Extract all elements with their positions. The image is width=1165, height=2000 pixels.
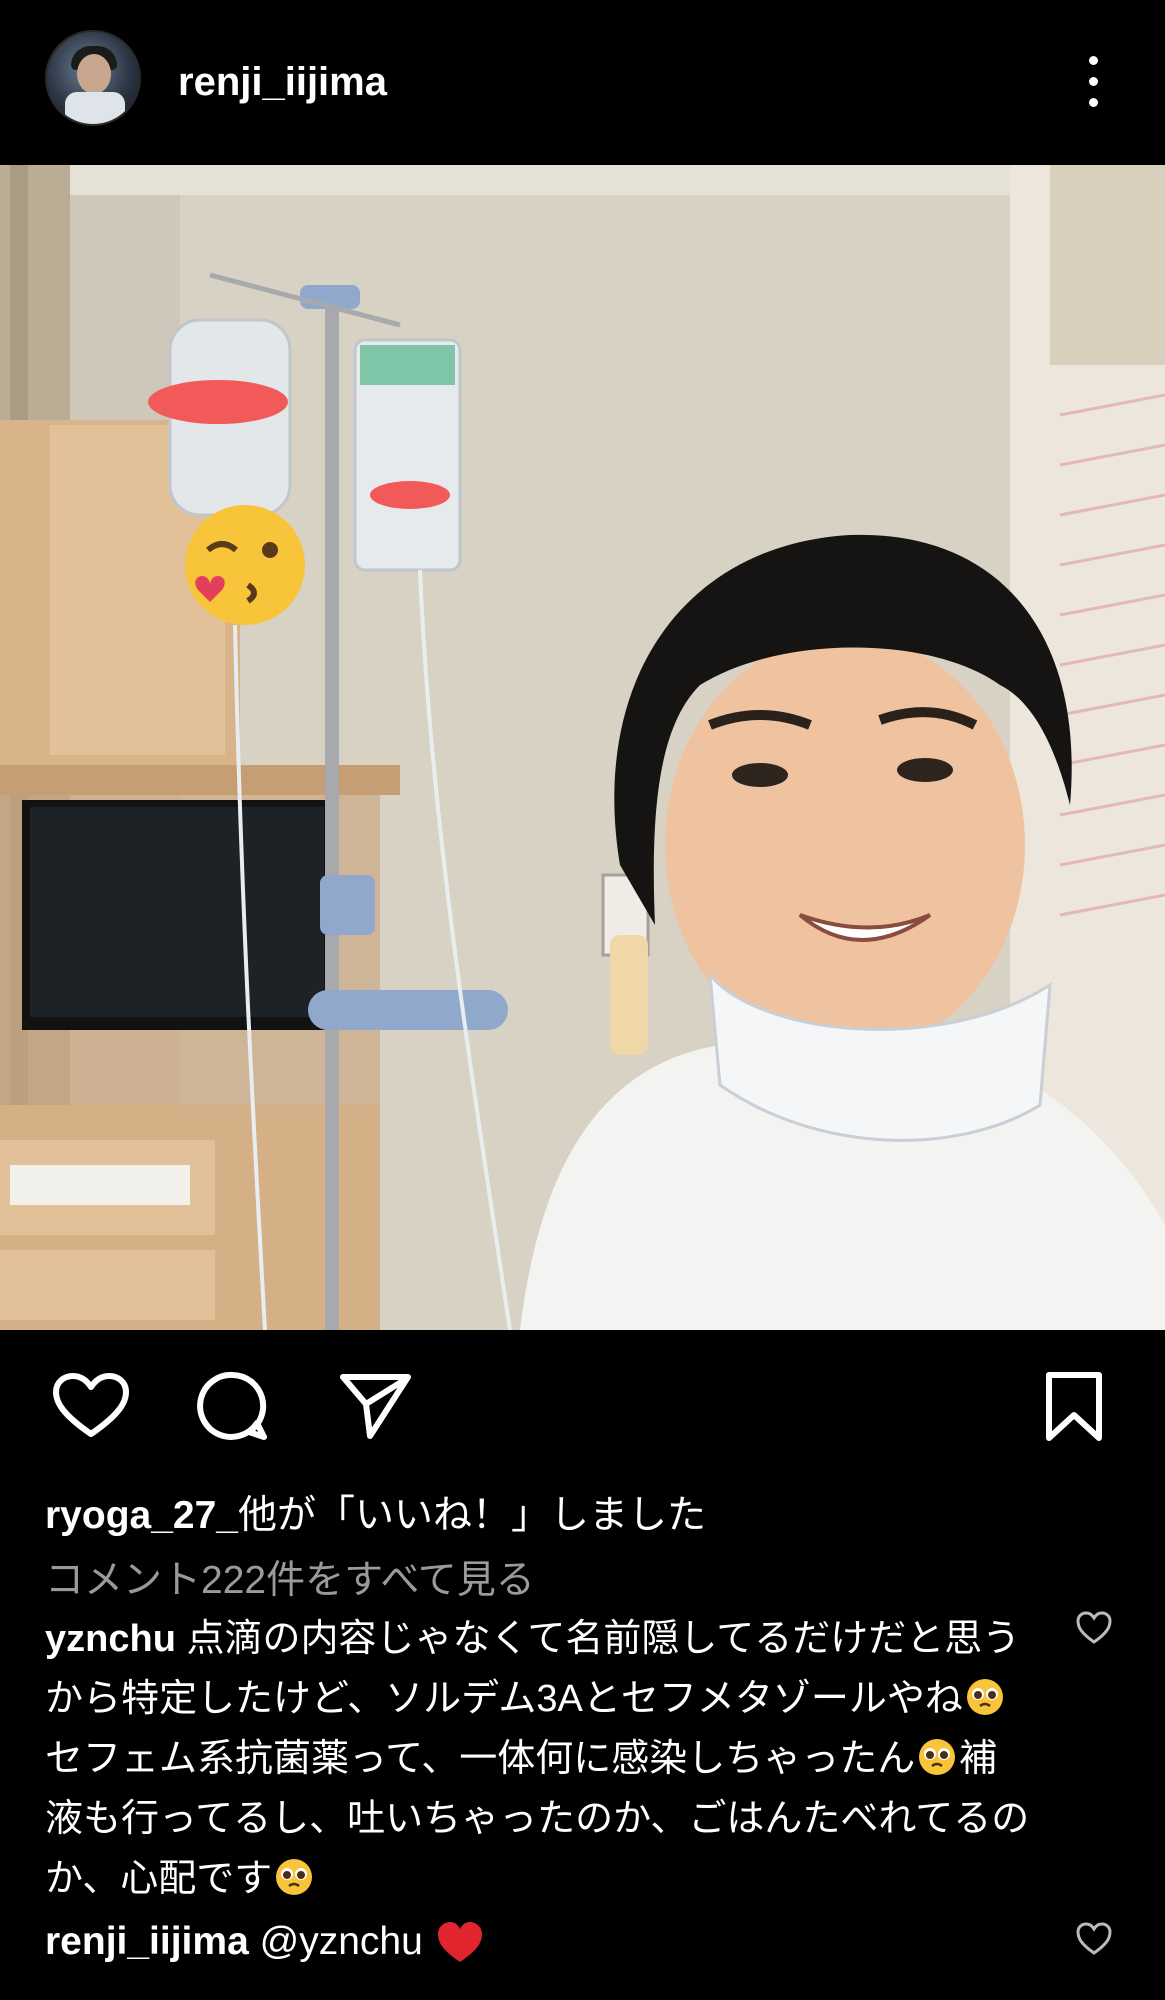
red-heart-emoji — [437, 1922, 482, 1962]
reply-item: renji_iijima @yznchu — [45, 1920, 486, 1964]
comment-username[interactable]: yznchu — [45, 1618, 176, 1660]
post-username[interactable]: renji_iijima — [178, 62, 387, 102]
more-options-icon[interactable] — [1078, 52, 1108, 112]
comment-like-heart-icon[interactable] — [1075, 1610, 1113, 1646]
comment-item: yznchu 点滴の内容じゃなくて名前隠してるだけだと思うから特定したけど、ソル… — [45, 1609, 1030, 1909]
reply-username[interactable]: renji_iijima — [45, 1920, 249, 1963]
likes-user[interactable]: ryoga_27_ — [45, 1494, 238, 1537]
bookmark-icon[interactable] — [1043, 1370, 1105, 1444]
comment-text-2: セフェム系抗菌薬って、一体何に感染しちゃったん — [45, 1738, 916, 1780]
comment-text-1: 点滴の内容じゃなくて名前隠してるだけだと思うから特定したけど、ソルデム3Aとセフ… — [45, 1618, 1021, 1720]
pleading-face-emoji — [966, 1679, 1003, 1715]
share-icon[interactable] — [338, 1370, 414, 1442]
reply-like-heart-icon[interactable] — [1075, 1921, 1113, 1957]
view-all-comments-link[interactable]: コメント222件をすべて見る — [45, 1549, 535, 1605]
post-photo[interactable] — [0, 165, 1165, 1330]
reply-mention[interactable]: @yznchu — [260, 1920, 423, 1963]
avatar[interactable] — [45, 30, 141, 126]
post-header: renji_iijima — [0, 0, 1165, 165]
photo-illustration — [0, 165, 1165, 1330]
likes-text: 他が「いいね！」しました — [237, 1494, 706, 1537]
comment-icon[interactable] — [197, 1370, 269, 1442]
action-bar — [0, 1330, 1165, 1480]
heart-icon[interactable] — [52, 1372, 130, 1440]
pleading-face-emoji — [919, 1739, 956, 1775]
likes-summary[interactable]: ryoga_27_他が「いいね！」しました — [45, 1484, 706, 1540]
pleading-face-emoji — [276, 1859, 313, 1895]
